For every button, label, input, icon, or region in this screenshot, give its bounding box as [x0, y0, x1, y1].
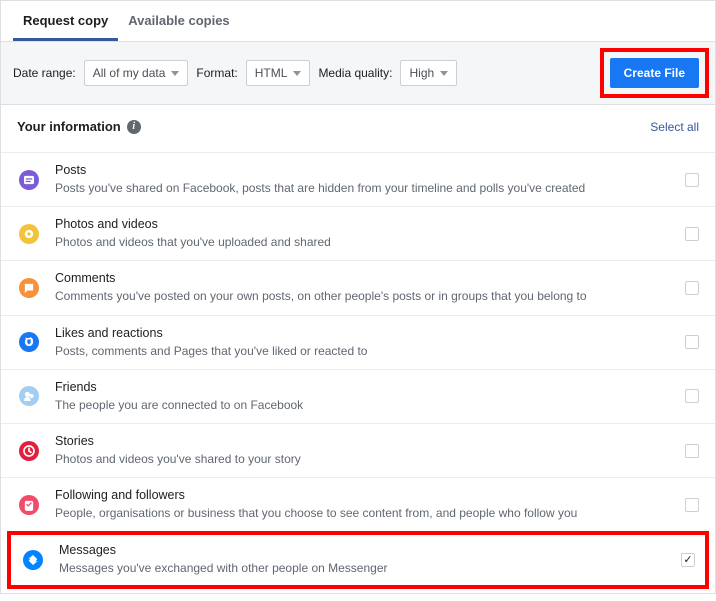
row-desc: Posts, comments and Pages that you've li…: [55, 343, 675, 359]
row-text: Comments Comments you've posted on your o…: [55, 271, 675, 304]
tab-request-copy[interactable]: Request copy: [13, 1, 118, 41]
info-row-following-and-followers[interactable]: Following and followers People, organisat…: [1, 477, 715, 531]
info-row-stories[interactable]: Stories Photos and videos you've shared t…: [1, 423, 715, 477]
info-row-likes-and-reactions[interactable]: Likes and reactions Posts, comments and P…: [1, 315, 715, 369]
info-row-posts[interactable]: Posts Posts you've shared on Facebook, po…: [1, 152, 715, 206]
row-text: Messages Messages you've exchanged with o…: [59, 543, 671, 576]
row-checkbox[interactable]: [685, 227, 699, 241]
row-title: Likes and reactions: [55, 326, 675, 340]
row-title: Friends: [55, 380, 675, 394]
row-checkbox[interactable]: [685, 444, 699, 458]
row-title: Stories: [55, 434, 675, 448]
create-file-button[interactable]: Create File: [610, 58, 699, 88]
date-range-label: Date range:: [13, 66, 76, 80]
row-text: Following and followers People, organisat…: [55, 488, 675, 521]
info-row-photos-and-videos[interactable]: Photos and videos Photos and videos that …: [1, 206, 715, 260]
row-desc: Comments you've posted on your own posts…: [55, 288, 675, 304]
chevron-down-icon: [171, 71, 179, 76]
row-title: Photos and videos: [55, 217, 675, 231]
filter-bar: Date range: All of my data Format: HTML …: [1, 42, 715, 105]
row-desc: Photos and videos that you've uploaded a…: [55, 234, 675, 250]
row-title: Messages: [59, 543, 671, 557]
stories-icon: [17, 439, 41, 463]
create-file-highlight: Create File: [600, 48, 709, 98]
chevron-down-icon: [440, 71, 448, 76]
row-text: Stories Photos and videos you've shared t…: [55, 434, 675, 467]
row-desc: Posts you've shared on Facebook, posts t…: [55, 180, 675, 196]
row-checkbox[interactable]: [685, 173, 699, 187]
row-checkbox[interactable]: [685, 281, 699, 295]
media-quality-label: Media quality:: [318, 66, 392, 80]
format-label: Format:: [196, 66, 237, 80]
friends-icon: [17, 384, 41, 408]
messages-icon: [21, 548, 45, 572]
row-desc: The people you are connected to on Faceb…: [55, 397, 675, 413]
select-all-link[interactable]: Select all: [650, 120, 699, 134]
tabs: Request copy Available copies: [1, 1, 715, 42]
format-select[interactable]: HTML: [246, 60, 311, 86]
media-quality-select[interactable]: High: [400, 60, 457, 86]
row-desc: Photos and videos you've shared to your …: [55, 451, 675, 467]
likes-and-reactions-icon: [17, 330, 41, 354]
info-row-comments[interactable]: Comments Comments you've posted on your o…: [1, 260, 715, 314]
media-quality-value: High: [409, 66, 434, 80]
row-text: Friends The people you are connected to o…: [55, 380, 675, 413]
row-desc: People, organisations or business that y…: [55, 505, 675, 521]
format-value: HTML: [255, 66, 288, 80]
section-header: Your information i Select all: [1, 105, 715, 152]
photos-and-videos-icon: [17, 222, 41, 246]
row-title: Posts: [55, 163, 675, 177]
following-and-followers-icon: [17, 493, 41, 517]
row-text: Posts Posts you've shared on Facebook, po…: [55, 163, 675, 196]
info-row-friends[interactable]: Friends The people you are connected to o…: [1, 369, 715, 423]
row-checkbox[interactable]: [685, 389, 699, 403]
row-checkbox[interactable]: [681, 553, 695, 567]
info-row-messages[interactable]: Messages Messages you've exchanged with o…: [7, 531, 709, 588]
comments-icon: [17, 276, 41, 300]
tab-available-copies[interactable]: Available copies: [118, 1, 239, 41]
row-text: Likes and reactions Posts, comments and P…: [55, 326, 675, 359]
date-range-select[interactable]: All of my data: [84, 60, 189, 86]
info-icon[interactable]: i: [127, 120, 141, 134]
date-range-value: All of my data: [93, 66, 166, 80]
row-checkbox[interactable]: [685, 498, 699, 512]
row-title: Following and followers: [55, 488, 675, 502]
posts-icon: [17, 168, 41, 192]
row-desc: Messages you've exchanged with other peo…: [59, 560, 671, 576]
section-title: Your information: [17, 119, 121, 134]
info-list: Posts Posts you've shared on Facebook, po…: [1, 152, 715, 589]
chevron-down-icon: [293, 71, 301, 76]
row-checkbox[interactable]: [685, 335, 699, 349]
row-title: Comments: [55, 271, 675, 285]
row-text: Photos and videos Photos and videos that …: [55, 217, 675, 250]
